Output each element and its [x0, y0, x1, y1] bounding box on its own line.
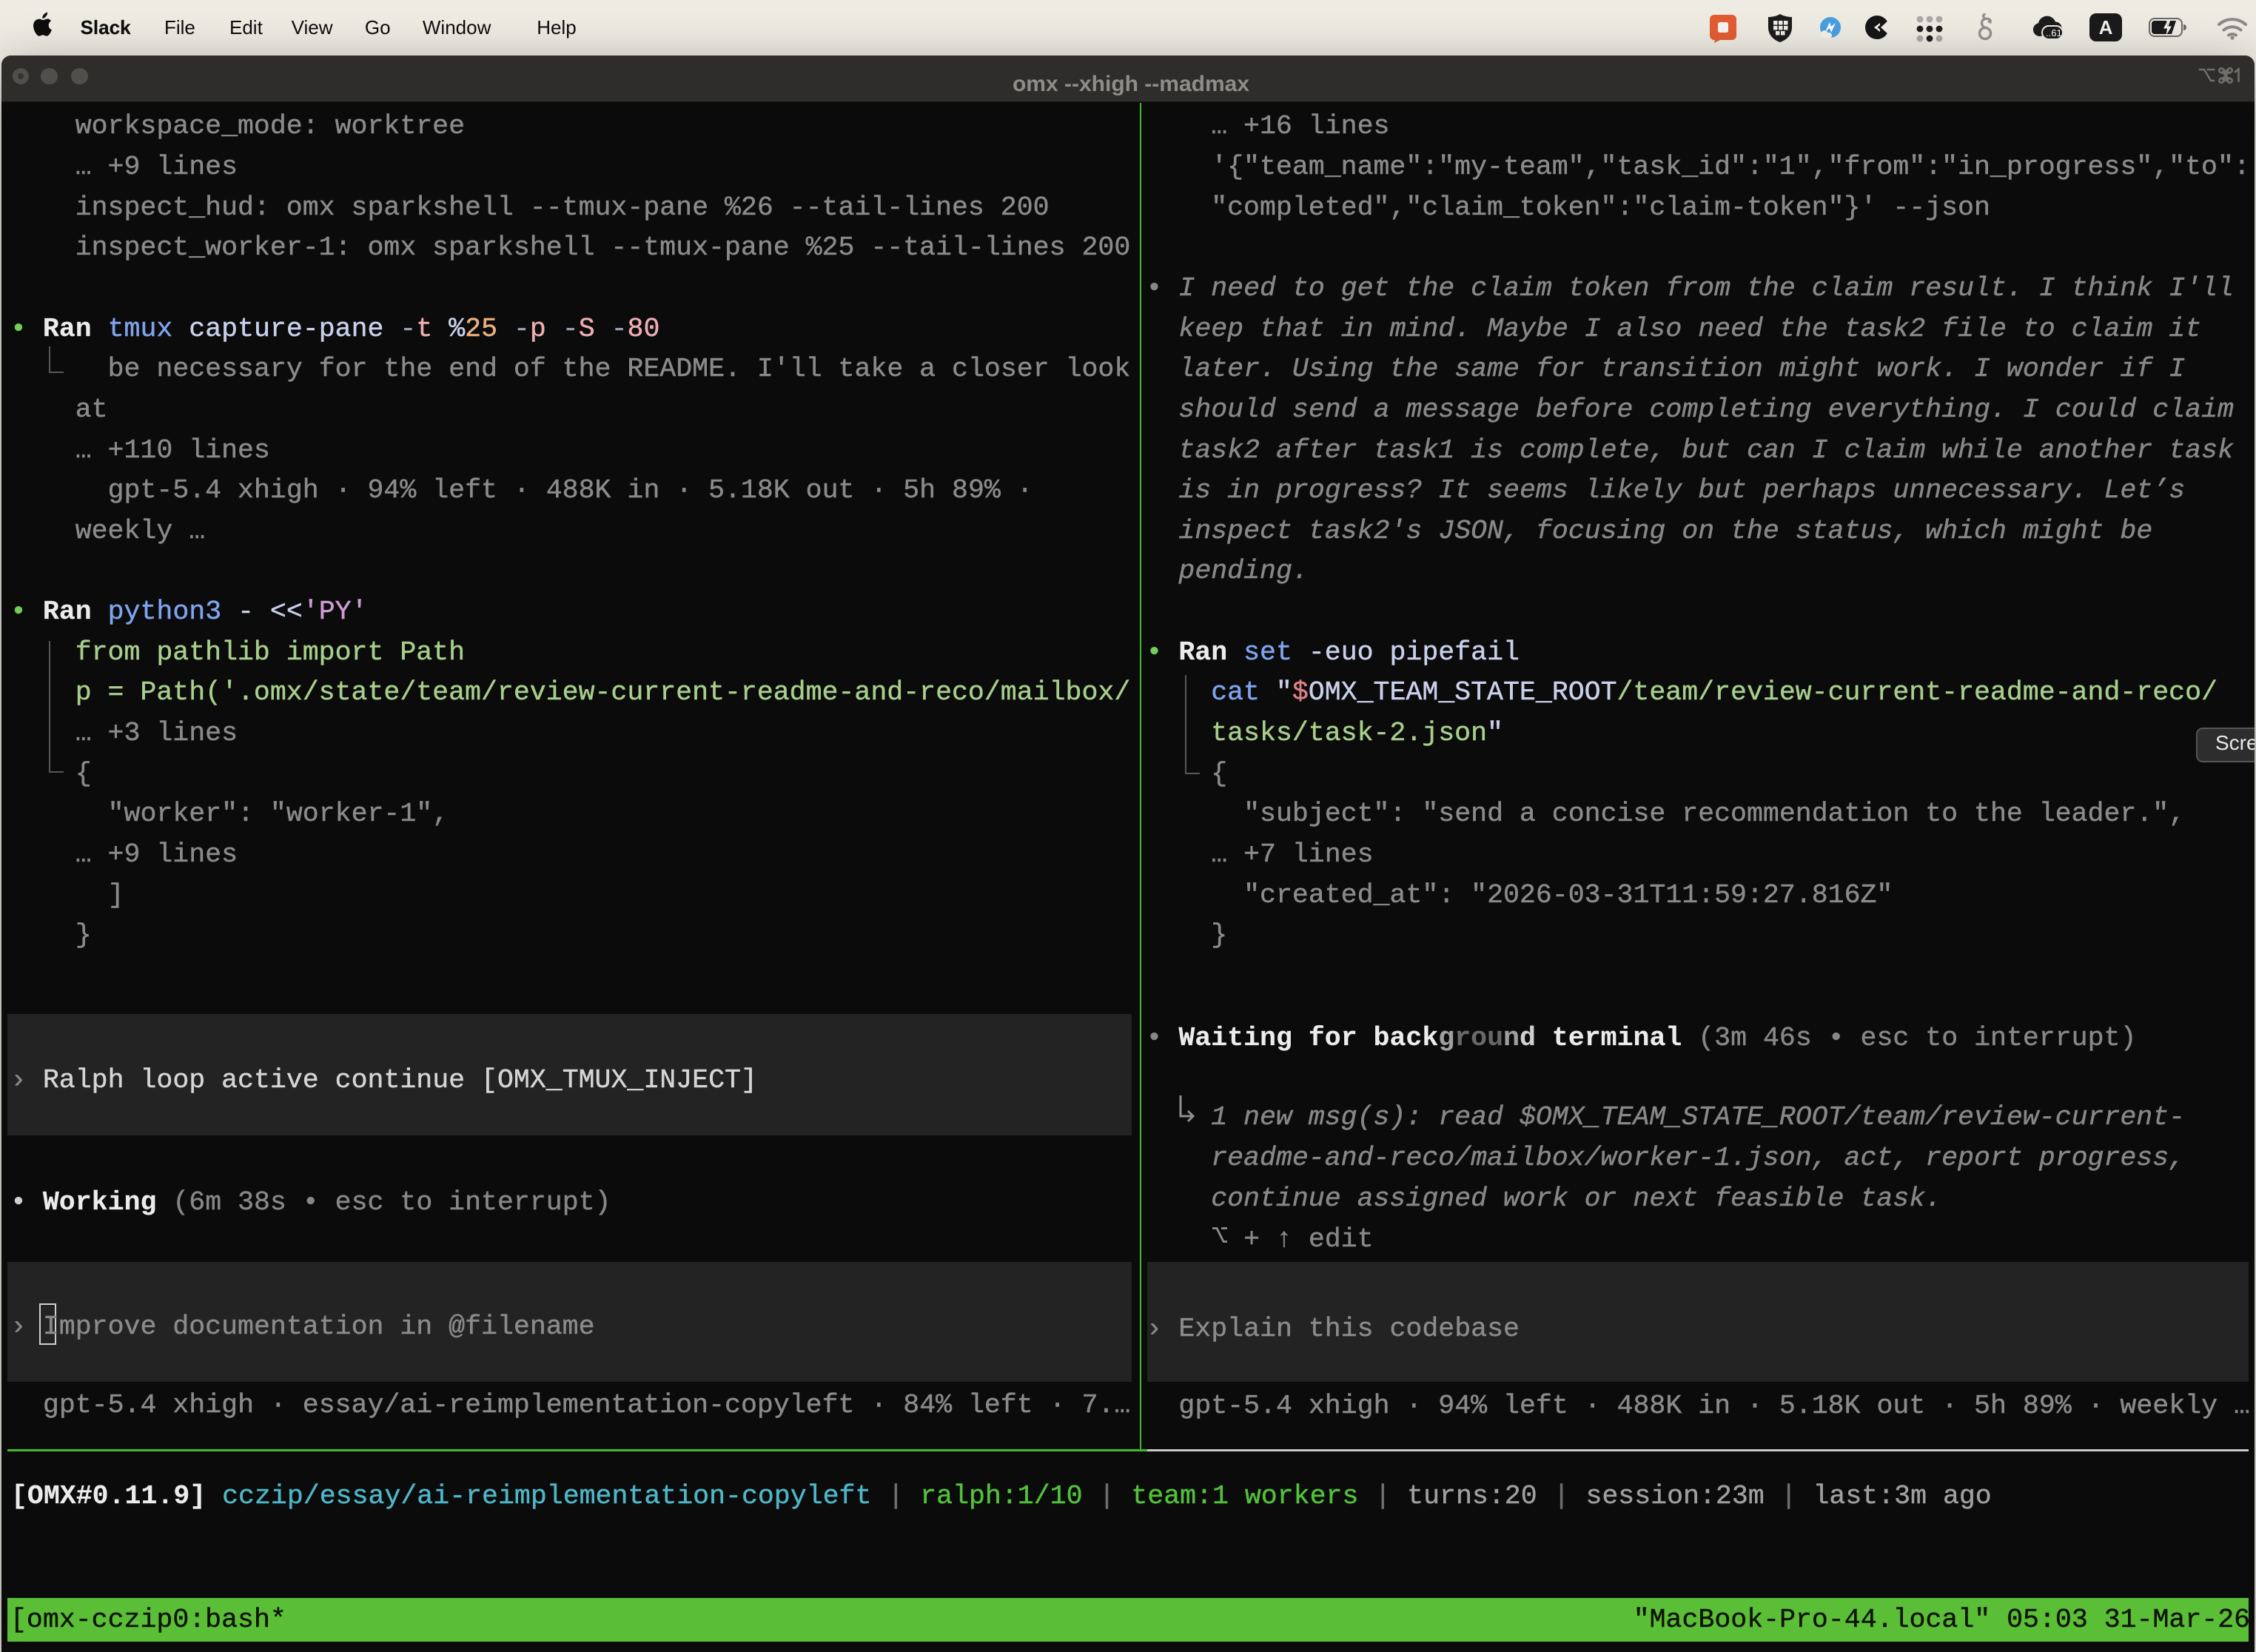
svg-text:..61: ..61	[2046, 27, 2062, 38]
